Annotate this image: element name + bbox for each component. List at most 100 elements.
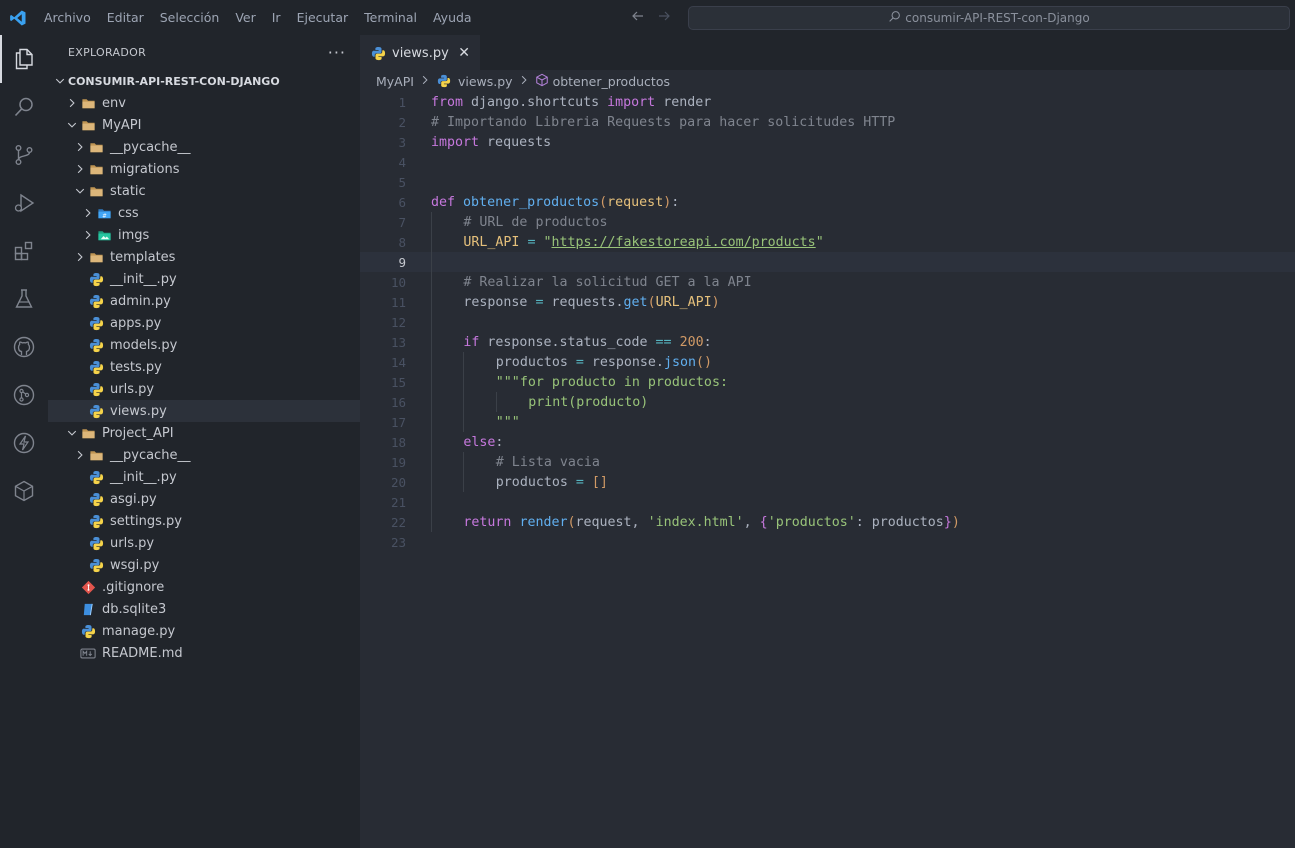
- tree-item[interactable]: .gitignore: [48, 576, 360, 598]
- menu-item-terminal[interactable]: Terminal: [356, 0, 425, 35]
- breadcrumb-symbol[interactable]: obtener_productos: [553, 74, 670, 89]
- line-number: 3: [398, 134, 406, 150]
- tree-item[interactable]: README.md: [48, 642, 360, 664]
- python-file-icon: [88, 557, 104, 573]
- line-number: 1: [398, 94, 406, 110]
- code-text: URL_API = "https://fakestoreapi.com/prod…: [463, 235, 823, 250]
- code-token: 200: [679, 334, 704, 350]
- line-number: 5: [398, 174, 406, 190]
- code-token: :: [495, 434, 504, 450]
- python-file-icon: [88, 337, 104, 353]
- command-center-search[interactable]: consumir-API-REST-con-Django: [688, 6, 1290, 30]
- breadcrumb-file[interactable]: views.py: [458, 74, 513, 89]
- code-line: 9: [360, 252, 1295, 272]
- python-file-icon: [88, 293, 104, 309]
- menu-item-editar[interactable]: Editar: [99, 0, 152, 35]
- code-editor[interactable]: 1 from django.shortcuts import render 2 # I…: [360, 92, 1295, 552]
- indent-guide: [431, 472, 432, 492]
- folder-icon: [88, 139, 104, 155]
- chevron-right-icon: [72, 251, 88, 263]
- code-token: (: [567, 514, 576, 530]
- line-number: 14: [390, 354, 406, 370]
- testing-icon[interactable]: [0, 275, 48, 323]
- tree-item[interactable]: asgi.py: [48, 488, 360, 510]
- menu-item-ir[interactable]: Ir: [264, 0, 289, 35]
- more-actions-icon[interactable]: ···: [328, 43, 346, 62]
- code-text: import requests: [431, 135, 551, 150]
- indent-guide: [463, 352, 465, 372]
- code-token: render: [655, 94, 712, 110]
- tree-item[interactable]: apps.py: [48, 312, 360, 334]
- workspace-root[interactable]: CONSUMIR-API-REST-CON-DJANGO: [48, 70, 360, 92]
- tree-item[interactable]: MyAPI: [48, 114, 360, 136]
- tree-item[interactable]: urls.py: [48, 532, 360, 554]
- line-number: 21: [390, 494, 406, 510]
- chevron-right-icon: [80, 207, 96, 219]
- menu-item-selección[interactable]: Selección: [152, 0, 228, 35]
- tree-item[interactable]: migrations: [48, 158, 360, 180]
- tree-item[interactable]: __pycache__: [48, 136, 360, 158]
- tree-item[interactable]: Project_API: [48, 422, 360, 444]
- tree-item[interactable]: templates: [48, 246, 360, 268]
- tree-item[interactable]: urls.py: [48, 378, 360, 400]
- code-token: :: [703, 334, 712, 350]
- tree-item-label: css: [118, 205, 139, 221]
- code-line: 4: [360, 152, 1295, 172]
- tree-item-label: __init__.py: [110, 271, 177, 287]
- vscode-logo-icon: [0, 0, 36, 35]
- search-icon: [888, 10, 901, 26]
- python-file-icon: [88, 359, 104, 375]
- line-number: 16: [390, 394, 406, 410]
- git-graph-icon[interactable]: [0, 371, 48, 419]
- tab-views-py[interactable]: views.py ✕: [360, 35, 480, 70]
- code-token: requests.: [543, 294, 624, 310]
- tree-item[interactable]: settings.py: [48, 510, 360, 532]
- source-control-icon[interactable]: [0, 131, 48, 179]
- indent-guide: [431, 512, 432, 532]
- tree-item[interactable]: env: [48, 92, 360, 114]
- tree-item[interactable]: __init__.py: [48, 268, 360, 290]
- tree-item[interactable]: __init__.py: [48, 466, 360, 488]
- tree-item[interactable]: wsgi.py: [48, 554, 360, 576]
- forward-arrow-icon[interactable]: [656, 8, 672, 28]
- tree-item[interactable]: # css: [48, 202, 360, 224]
- line-number: 6: [398, 194, 406, 210]
- code-text: # URL de productos: [463, 215, 607, 230]
- tree-item[interactable]: manage.py: [48, 620, 360, 642]
- back-arrow-icon[interactable]: [630, 8, 646, 28]
- code-line: 1 from django.shortcuts import render: [360, 92, 1295, 112]
- tree-item[interactable]: __pycache__: [48, 444, 360, 466]
- search-icon[interactable]: [0, 83, 48, 131]
- run-debug-icon[interactable]: [0, 179, 48, 227]
- explorer-title: EXPLORADOR: [68, 46, 147, 59]
- tree-item[interactable]: tests.py: [48, 356, 360, 378]
- close-icon[interactable]: ✕: [458, 45, 470, 61]
- code-line: 21: [360, 492, 1295, 512]
- code-token: """for producto in productos:: [495, 374, 728, 390]
- line-number: 19: [390, 454, 406, 470]
- extensions-icon[interactable]: [0, 227, 48, 275]
- tree-item[interactable]: models.py: [48, 334, 360, 356]
- menu-item-ver[interactable]: Ver: [227, 0, 263, 35]
- explorer-header: EXPLORADOR ···: [48, 35, 360, 70]
- code-text: # Realizar la solicitud GET a la API: [463, 275, 751, 290]
- tree-item[interactable]: static: [48, 180, 360, 202]
- github-icon[interactable]: [0, 323, 48, 371]
- tree-item[interactable]: admin.py: [48, 290, 360, 312]
- docker-icon[interactable]: [0, 467, 48, 515]
- menu-item-ejecutar[interactable]: Ejecutar: [289, 0, 357, 35]
- line-number: 10: [390, 274, 406, 290]
- indent-guide: [495, 392, 497, 412]
- tree-item[interactable]: imgs: [48, 224, 360, 246]
- menu-item-ayuda[interactable]: Ayuda: [425, 0, 480, 35]
- thunder-icon[interactable]: [0, 419, 48, 467]
- line-number: 11: [390, 294, 406, 310]
- code-token: else: [463, 434, 496, 450]
- line-number: 22: [390, 514, 406, 530]
- tree-item[interactable]: views.py: [48, 400, 360, 422]
- code-line: 6 def obtener_productos(request):: [360, 192, 1295, 212]
- breadcrumb-folder[interactable]: MyAPI: [376, 74, 414, 89]
- explorer-icon[interactable]: [0, 35, 48, 83]
- tree-item[interactable]: db.sqlite3: [48, 598, 360, 620]
- menu-item-archivo[interactable]: Archivo: [36, 0, 99, 35]
